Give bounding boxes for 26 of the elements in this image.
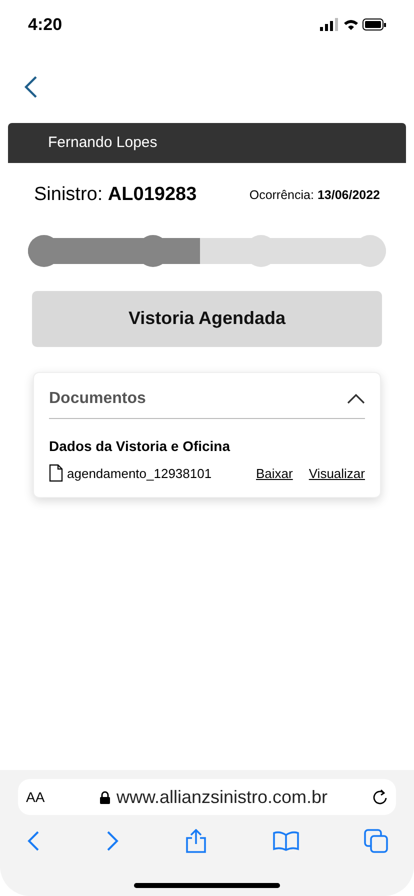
reload-icon[interactable] bbox=[372, 789, 388, 805]
back-icon[interactable] bbox=[24, 76, 38, 98]
section-title: Dados da Vistoria e Oficina bbox=[49, 436, 232, 456]
signal-icon bbox=[320, 18, 338, 31]
status-time: 4:20 bbox=[28, 14, 62, 36]
wifi-icon bbox=[344, 20, 358, 30]
lock-icon bbox=[100, 790, 110, 804]
file-name: agendamento_12938101 bbox=[67, 464, 213, 483]
tabs-icon[interactable] bbox=[364, 829, 388, 853]
back-icon[interactable] bbox=[26, 830, 40, 852]
status-button[interactable]: Vistoria Agendada bbox=[32, 290, 382, 346]
file-icon bbox=[49, 464, 63, 482]
claim-date: Ocorrência: 13/06/2022 bbox=[249, 186, 380, 204]
view-link[interactable]: Visualizar bbox=[308, 464, 365, 483]
battery-icon bbox=[362, 18, 386, 30]
url-text: www.allianzsinistro.com.br bbox=[116, 786, 328, 808]
text-size-button[interactable]: AA bbox=[26, 786, 56, 808]
claim-number: Sinistro: AL019283 bbox=[34, 183, 197, 207]
book-icon[interactable] bbox=[272, 831, 298, 851]
address-bar[interactable]: AA www.allianzsinistro.com.br bbox=[18, 779, 396, 815]
chevron-up-icon[interactable] bbox=[347, 394, 365, 404]
download-link[interactable]: Baixar bbox=[256, 464, 293, 483]
share-icon[interactable] bbox=[185, 829, 207, 853]
user-bar: Fernando Lopes bbox=[8, 123, 406, 163]
forward-icon[interactable] bbox=[106, 830, 120, 852]
documents-title: Documentos bbox=[49, 388, 146, 408]
